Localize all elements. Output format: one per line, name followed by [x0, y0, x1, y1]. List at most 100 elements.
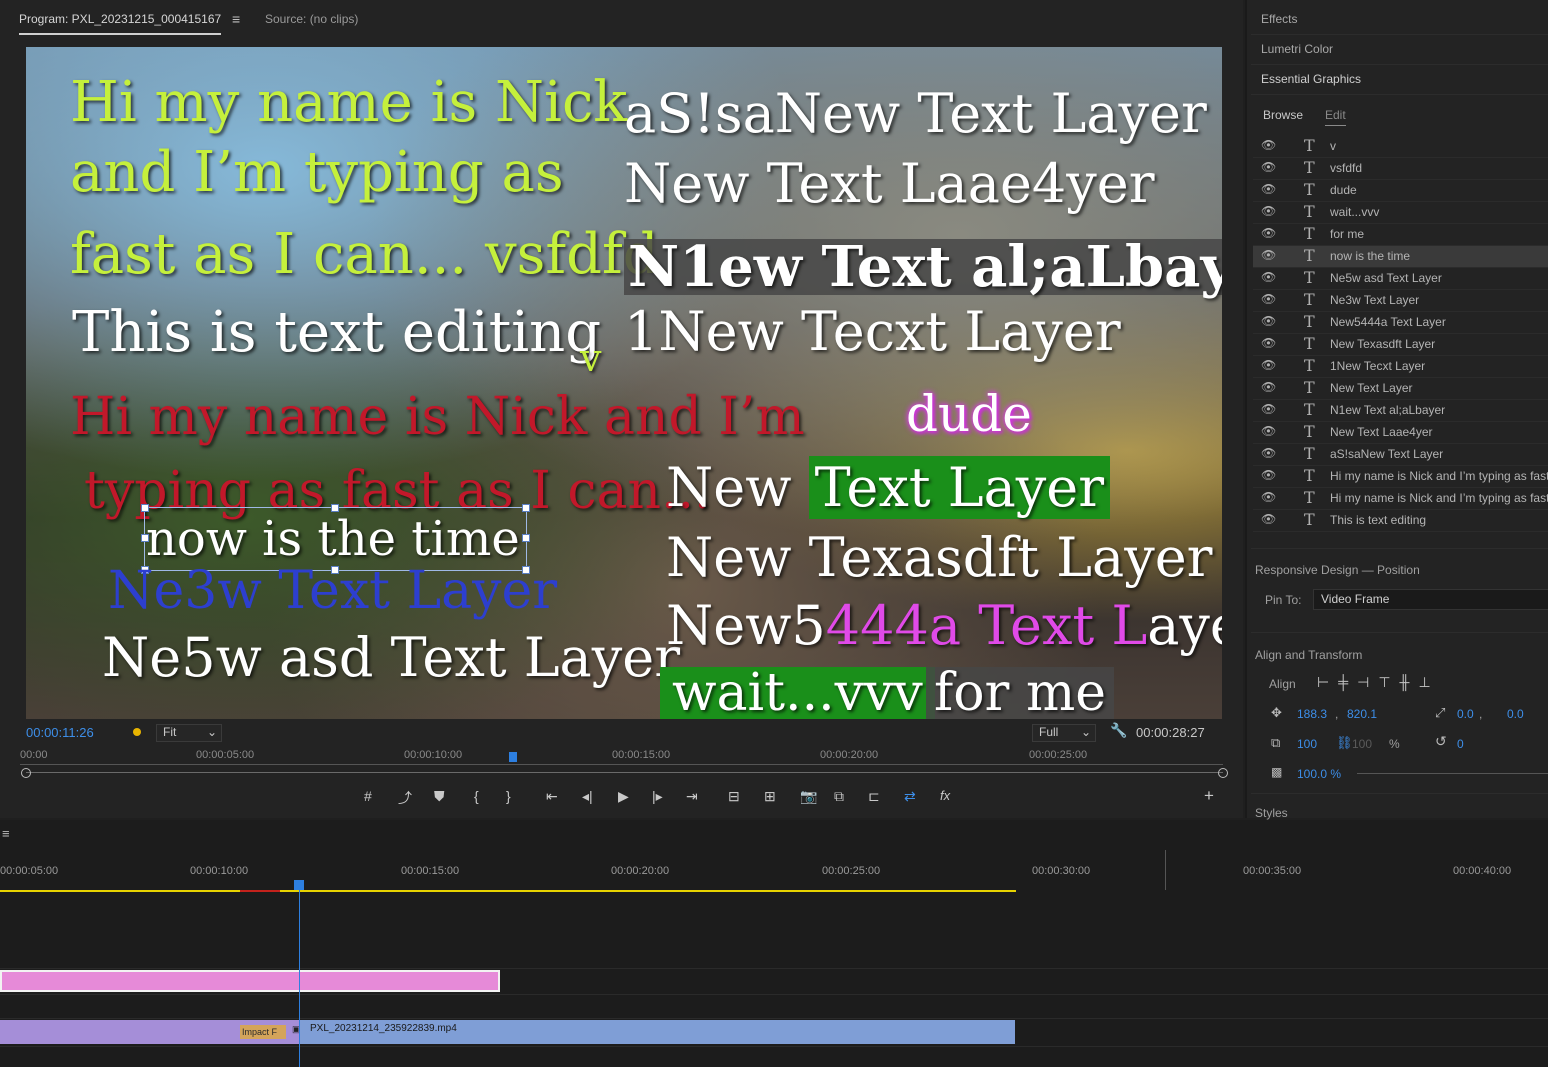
layer-item[interactable]: 👁 T New5444a Text Layer	[1253, 312, 1548, 334]
tab-browse[interactable]: Browse	[1263, 108, 1303, 122]
tab-program[interactable]: Program: PXL_20231215_000415167	[19, 12, 222, 35]
eye-icon[interactable]: 👁	[1261, 468, 1276, 482]
work-area-bar[interactable]	[0, 890, 1016, 892]
position-y[interactable]: 820.1	[1347, 707, 1377, 721]
resize-handle[interactable]	[141, 504, 149, 512]
layer-item[interactable]: 👁 T New Text Layer	[1253, 378, 1548, 400]
fit-dropdown[interactable]: Fit ⌄	[156, 724, 222, 742]
quality-dropdown[interactable]: Full ⌄	[1032, 724, 1096, 742]
link-icon[interactable]: ⛓	[1336, 735, 1353, 751]
eye-icon[interactable]: 👁	[1261, 160, 1276, 174]
eye-icon[interactable]: 👁	[1261, 512, 1276, 526]
graphics-clip[interactable]	[0, 970, 500, 992]
marker-button[interactable]: ⛊	[434, 788, 445, 805]
align-buttons[interactable]: ⊢╪⊣⊤╫⊥	[1317, 674, 1440, 691]
resize-handle[interactable]	[141, 534, 149, 542]
text-editing[interactable]: This is text editing	[72, 305, 601, 361]
mark-in-button[interactable]: {	[474, 788, 479, 804]
text-n1ew[interactable]: N1ew Text al;aLbayer	[624, 239, 1222, 295]
extract-button[interactable]: ⊞	[764, 788, 776, 805]
text-laae4yer[interactable]: New Text Laae4yer	[624, 157, 1155, 211]
effects-panel-header[interactable]: Effects	[1261, 12, 1297, 26]
text-typing-as[interactable]: and I’m typing as	[70, 145, 564, 201]
eye-icon[interactable]: 👁	[1261, 314, 1276, 328]
align-right-icon[interactable]: ⊣	[1357, 674, 1378, 690]
panel-menu-icon[interactable]: ≡	[232, 11, 240, 27]
eye-icon[interactable]: 👁	[1261, 292, 1276, 306]
lift-button[interactable]: ⊟	[728, 788, 740, 805]
text-assanew[interactable]: aS!saNew Text Layer	[624, 87, 1207, 141]
pin-to-dropdown[interactable]: Video Frame	[1313, 589, 1548, 610]
eye-icon[interactable]: 👁	[1261, 336, 1276, 350]
toggle-proxies-button[interactable]: ⇄	[904, 788, 916, 805]
layer-item[interactable]: 👁 T This is text editing	[1253, 510, 1548, 532]
text-texasdft[interactable]: New Texasdft Layer	[666, 531, 1213, 585]
tab-edit[interactable]: Edit	[1325, 108, 1346, 126]
scale-value[interactable]: 100	[1297, 737, 1317, 751]
eye-icon[interactable]: 👁	[1261, 204, 1276, 218]
opacity-slider[interactable]	[1357, 773, 1548, 774]
eye-icon[interactable]: 👁	[1261, 380, 1276, 394]
essential-graphics-header[interactable]: Essential Graphics	[1261, 72, 1361, 86]
layer-item[interactable]: 👁 T Ne3w Text Layer	[1253, 290, 1548, 312]
layer-item[interactable]: 👁 Tv	[1253, 136, 1548, 158]
resize-handle[interactable]	[331, 504, 339, 512]
layer-item[interactable]: 👁 Twait...vvv	[1253, 202, 1548, 224]
wrench-icon[interactable]: 🔧	[1110, 722, 1127, 739]
eye-icon[interactable]: 👁	[1261, 248, 1276, 262]
layer-item[interactable]: 👁 T 1New Tecxt Layer	[1253, 356, 1548, 378]
eye-icon[interactable]: 👁	[1261, 226, 1276, 240]
play-button[interactable]: ▶	[618, 788, 629, 805]
align-transform-header[interactable]: Align and Transform	[1255, 648, 1362, 662]
text-ne3w[interactable]: Ne3w Text Layer	[108, 565, 557, 617]
text-v[interactable]: v	[580, 339, 601, 377]
styles-header[interactable]: Styles	[1255, 806, 1288, 820]
current-timecode[interactable]: 00:00:11:26	[26, 725, 94, 740]
export-frame-button[interactable]: ⤴	[398, 788, 412, 808]
resize-handle[interactable]	[522, 504, 530, 512]
opacity-value[interactable]: 100.0 %	[1297, 767, 1341, 781]
video-frame[interactable]: Hi my name is Nick and I’m typing as fas…	[26, 47, 1222, 719]
impact-transition-clip[interactable]: Impact F	[240, 1025, 286, 1039]
step-forward-button[interactable]: |▸	[652, 788, 663, 805]
rotation-value[interactable]: 0	[1457, 737, 1464, 751]
layer-item[interactable]: 👁 Tfor me	[1253, 224, 1548, 246]
eye-icon[interactable]: 👁	[1261, 270, 1276, 284]
zoom-handle-left[interactable]	[21, 768, 31, 778]
vr-video-button[interactable]: ⊏	[868, 788, 880, 805]
anchor-x[interactable]: 0.0	[1457, 707, 1474, 721]
text-new-text-layer[interactable]: New Text Layer	[666, 456, 1111, 519]
text-dude[interactable]: dude	[906, 389, 1032, 439]
timeline-playhead[interactable]	[299, 888, 300, 1067]
text-new5444a[interactable]: New5444a Text Layer	[666, 599, 1222, 653]
anchor-y[interactable]: 0.0	[1507, 707, 1524, 721]
zoom-handle-right[interactable]	[1218, 768, 1228, 778]
comparison-view-button[interactable]: ⧉	[834, 788, 844, 805]
layer-item[interactable]: 👁 TaS!saNew Text Layer	[1253, 444, 1548, 466]
position-x[interactable]: 188.3	[1297, 707, 1327, 721]
lumetri-panel-header[interactable]: Lumetri Color	[1261, 42, 1333, 56]
text-1new-tecxt[interactable]: 1New Tecxt Layer	[624, 305, 1121, 359]
align-middle-icon[interactable]: ╫	[1400, 674, 1419, 690]
camera-icon[interactable]: 📷	[800, 788, 817, 805]
timeline-menu-icon[interactable]: ≡	[2, 826, 10, 841]
layer-item[interactable]: 👁 T Hi my name is Nick and I’m typing as f…	[1253, 466, 1548, 488]
align-top-icon[interactable]: ⊤	[1378, 674, 1399, 690]
eye-icon[interactable]: 👁	[1261, 402, 1276, 416]
eye-icon[interactable]: 👁	[1261, 138, 1276, 152]
go-to-out-button[interactable]: ⇥	[686, 788, 698, 805]
layer-item[interactable]: 👁 T New Text Laae4yer	[1253, 422, 1548, 444]
text-ne5w[interactable]: Ne5w asd Text Layer	[102, 631, 680, 685]
responsive-design-header[interactable]: Responsive Design — Position	[1255, 563, 1420, 577]
text-wait[interactable]: wait...vvv	[660, 667, 935, 719]
monitor-ruler[interactable]	[20, 764, 1223, 765]
button-editor-plus[interactable]: +	[1204, 786, 1214, 806]
resize-handle[interactable]	[522, 534, 530, 542]
tab-source[interactable]: Source: (no clips)	[265, 12, 358, 26]
eye-icon[interactable]: 👁	[1261, 490, 1276, 504]
text-fast-as[interactable]: fast as I can... vsfdfd	[70, 227, 659, 283]
text-for-me[interactable]: for me	[926, 667, 1115, 719]
layer-item[interactable]: 👁 T Ne5w asd Text Layer	[1253, 268, 1548, 290]
text-hi-nick[interactable]: Hi my name is Nick	[70, 75, 627, 131]
eye-icon[interactable]: 👁	[1261, 424, 1276, 438]
